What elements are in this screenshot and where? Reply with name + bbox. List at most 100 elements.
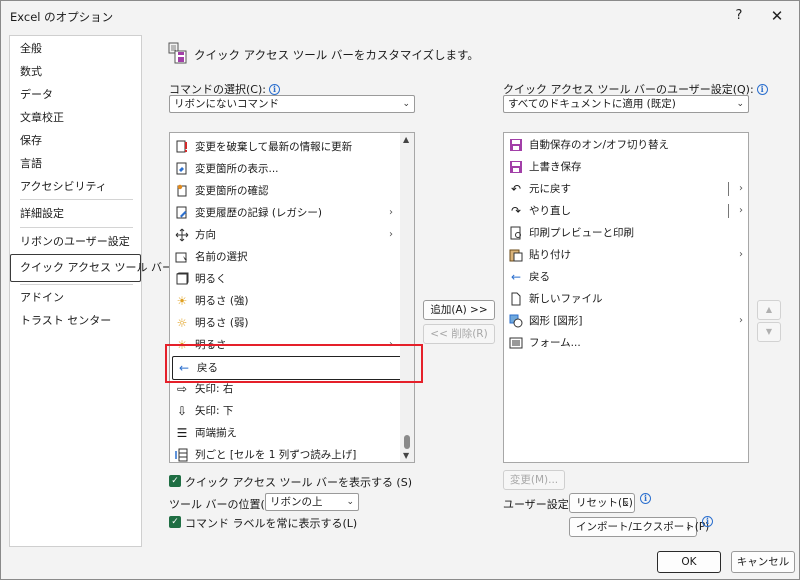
- help-button[interactable]: ?: [727, 5, 751, 27]
- nav-item-advanced[interactable]: 詳細設定: [10, 203, 141, 225]
- split-divider: [728, 182, 729, 196]
- highlight-annotation: [165, 344, 423, 383]
- import-export-button[interactable]: インポート/エクスポート(P) ⌄: [569, 517, 709, 537]
- show-labels-checkbox[interactable]: ✓: [169, 516, 181, 528]
- show-toolbar-checkbox[interactable]: ✓: [169, 475, 181, 487]
- toolbar-position-dropdown[interactable]: リボンの上 ⌄: [265, 493, 359, 511]
- info-icon[interactable]: i: [756, 84, 768, 95]
- toolbar-position-label: ツール バーの位置(O): [169, 498, 278, 511]
- brighter-icon: [175, 272, 189, 286]
- paste-icon: [509, 248, 523, 262]
- move-up-button[interactable]: ▲: [757, 300, 781, 320]
- triangle-up-icon: ▲: [765, 305, 773, 314]
- nav-item-addins[interactable]: アドイン: [10, 287, 141, 309]
- list-item-label: 戻る: [529, 271, 550, 283]
- reset-button[interactable]: リセット(E) ⌄: [569, 493, 635, 513]
- redo-icon: ↷: [510, 204, 522, 218]
- toolbar-position-value: リボンの上: [270, 496, 323, 508]
- list-item[interactable]: 変更箇所の確認: [171, 180, 414, 202]
- info-icon[interactable]: i: [702, 516, 713, 527]
- list-item-label: 貼り付け: [529, 249, 571, 261]
- nav-item-proofing[interactable]: 文章校正: [10, 107, 141, 129]
- nav-item-data[interactable]: データ: [10, 84, 141, 106]
- chevron-right-icon[interactable]: ›: [739, 178, 743, 200]
- nav-item-accessibility[interactable]: アクセシビリティ: [10, 176, 141, 198]
- list-item-label: 図形 [図形]: [529, 315, 583, 327]
- list-item[interactable]: 変更履歴の記録 (レガシー) ›: [171, 202, 414, 224]
- justify-icon: ☰: [176, 426, 188, 440]
- close-button[interactable]: ✕: [765, 5, 789, 27]
- list-item[interactable]: 上書き保存: [505, 156, 748, 178]
- list-item[interactable]: ↷ やり直し ›: [505, 200, 748, 222]
- undo-icon: ↶: [510, 182, 522, 196]
- name-select-icon: [175, 250, 189, 264]
- remove-button[interactable]: << 削除(R): [423, 324, 495, 344]
- nav-item-language[interactable]: 言語: [10, 153, 141, 175]
- list-item[interactable]: 新しいファイル: [505, 288, 748, 310]
- chevron-right-icon[interactable]: ›: [739, 200, 743, 222]
- list-item[interactable]: ☀ 明るさ (強): [171, 290, 414, 312]
- list-item-label: 列ごと [セルを 1 列ずつ読み上げ]: [195, 449, 357, 461]
- nav-item-general[interactable]: 全般: [10, 38, 141, 60]
- speak-by-column-icon: [175, 448, 189, 462]
- list-item[interactable]: ☰ 両端揃え: [171, 422, 414, 444]
- customize-qat-value: すべてのドキュメントに適用 (既定): [508, 98, 676, 110]
- choose-commands-value: リボンにないコマンド: [174, 98, 279, 110]
- new-file-icon: [509, 292, 523, 306]
- list-item[interactable]: 列ごと [セルを 1 列ずつ読み上げ]: [171, 444, 414, 462]
- track-changes-icon: [175, 206, 189, 220]
- print-preview-icon: [509, 226, 523, 240]
- list-item[interactable]: 変更箇所の表示...: [171, 158, 414, 180]
- user-settings-label: ユーザー設定:: [503, 498, 573, 511]
- list-item-label: 新しいファイル: [529, 293, 603, 305]
- nav-divider: [20, 227, 133, 228]
- list-item[interactable]: 自動保存のオン/オフ切り替え: [505, 134, 748, 156]
- list-item[interactable]: フォーム...: [505, 332, 748, 354]
- list-item-label: やり直し: [529, 205, 571, 217]
- move-down-button[interactable]: ▼: [757, 322, 781, 342]
- chevron-down-icon: ⌄: [736, 99, 744, 109]
- save-icon: [509, 160, 523, 174]
- back-arrow-icon: ←: [510, 270, 522, 284]
- cancel-button[interactable]: キャンセル: [731, 551, 795, 573]
- list-item[interactable]: 方向 ›: [171, 224, 414, 246]
- list-item-label: 変更箇所の表示...: [195, 163, 279, 175]
- section-heading: クイック アクセス ツール バーをカスタマイズします。: [166, 41, 586, 67]
- nav-item-quick-access-toolbar[interactable]: クイック アクセス ツール バー: [10, 254, 173, 282]
- toolbar-commands-list[interactable]: 自動保存のオン/オフ切り替え 上書き保存 ↶ 元に戻す › ↷ やり直し › 印…: [503, 132, 749, 463]
- scroll-up-icon[interactable]: ▲: [403, 135, 409, 144]
- info-icon[interactable]: i: [640, 493, 651, 504]
- list-item[interactable]: 貼り付け ›: [505, 244, 748, 266]
- list-item[interactable]: 変更を破棄して最新の情報に更新: [171, 136, 414, 158]
- nav-item-formulas[interactable]: 数式: [10, 61, 141, 83]
- list-item-label: 両端揃え: [195, 427, 237, 439]
- scrollbar[interactable]: ▲ ▼: [400, 133, 414, 462]
- list-item[interactable]: 印刷プレビューと印刷: [505, 222, 748, 244]
- list-item[interactable]: 図形 [図形] ›: [505, 310, 748, 332]
- ok-button[interactable]: OK: [657, 551, 721, 573]
- brightness-high-icon: ☀: [176, 294, 188, 308]
- list-item[interactable]: ← 戻る: [505, 266, 748, 288]
- list-item[interactable]: 明るく: [171, 268, 414, 290]
- chevron-down-icon: ⌄: [623, 498, 630, 507]
- nav-item-customize-ribbon[interactable]: リボンのユーザー設定: [10, 231, 141, 253]
- scroll-thumb[interactable]: [404, 435, 410, 449]
- list-item-label: 変更箇所の確認: [195, 185, 269, 197]
- list-item-label: 矢印: 下: [195, 405, 234, 417]
- modify-button[interactable]: 変更(M)...: [503, 470, 565, 490]
- list-item[interactable]: 名前の選択: [171, 246, 414, 268]
- add-button[interactable]: 追加(A) >>: [423, 300, 495, 320]
- list-item[interactable]: ⇩ 矢印: 下: [171, 400, 414, 422]
- choose-commands-dropdown[interactable]: リボンにないコマンド ⌄: [169, 95, 415, 113]
- nav-item-trust-center[interactable]: トラスト センター: [10, 310, 141, 332]
- info-icon[interactable]: i: [268, 84, 280, 95]
- list-item-label: フォーム...: [529, 337, 581, 349]
- nav-item-save[interactable]: 保存: [10, 130, 141, 152]
- chevron-right-icon: ›: [739, 249, 743, 260]
- list-item[interactable]: ☼ 明るさ (弱): [171, 312, 414, 334]
- scroll-down-icon[interactable]: ▼: [403, 451, 409, 460]
- available-commands-list[interactable]: 変更を破棄して最新の情報に更新 変更箇所の表示... 変更箇所の確認 変更履歴の…: [169, 132, 415, 463]
- list-item[interactable]: ↶ 元に戻す ›: [505, 178, 748, 200]
- brightness-low-icon: ☼: [176, 316, 188, 330]
- customize-qat-dropdown[interactable]: すべてのドキュメントに適用 (既定) ⌄: [503, 95, 749, 113]
